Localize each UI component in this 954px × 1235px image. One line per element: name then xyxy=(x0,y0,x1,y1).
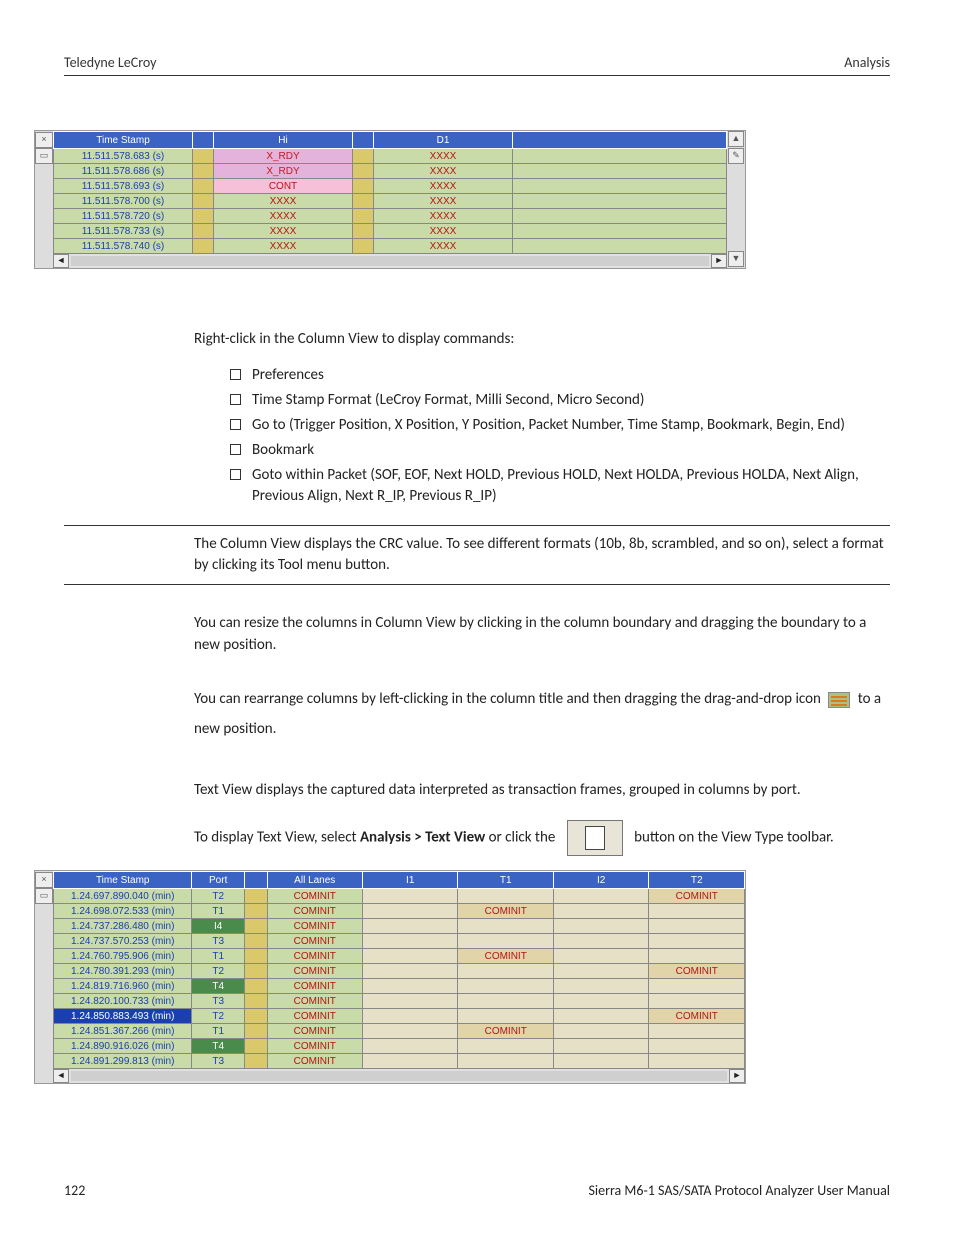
table-row[interactable]: 1.24.891.299.813 (min)T3COMINIT xyxy=(54,1054,745,1069)
table-row[interactable]: 11.511.578.693 (s)CONTXXXX xyxy=(54,179,727,194)
table-row[interactable]: 1.24.890.916.026 (min)T4COMINIT xyxy=(54,1039,745,1054)
textview-instruction: To display Text View, select Analysis > … xyxy=(194,820,894,856)
table-row[interactable]: 11.511.578.686 (s)X_RDYXXXX xyxy=(54,164,727,179)
pin-icon[interactable]: ▭ xyxy=(35,888,53,904)
scroll-left-icon[interactable]: ◄ xyxy=(53,254,69,268)
col-hi: Hi xyxy=(214,132,353,149)
text-view-table[interactable]: Time StampPortAll LanesI1T1I2T21.24.697.… xyxy=(53,871,745,1069)
command-item: Time Stamp Format (LeCroy Format, Milli … xyxy=(230,390,894,411)
scroll-right-icon[interactable]: ► xyxy=(729,1069,745,1083)
manual-title: Sierra M6-1 SAS/SATA Protocol Analyzer U… xyxy=(588,1182,890,1199)
table-row[interactable]: 1.24.737.570.253 (min)T3COMINIT xyxy=(54,934,745,949)
scroll-up-icon[interactable]: ▲ xyxy=(728,131,744,147)
table-row[interactable]: 1.24.819.716.960 (min)T4COMINIT xyxy=(54,979,745,994)
left-gutter-2: × ▭ xyxy=(35,871,53,1083)
table-row[interactable]: 11.511.578.700 (s)XXXXXXXX xyxy=(54,194,727,209)
column-view-table[interactable]: Time Stamp Hi D111.511.578.683 (s)X_RDYXXX… xyxy=(53,131,727,254)
scroll-thumb[interactable] xyxy=(71,256,709,266)
table-row[interactable]: 11.511.578.683 (s)X_RDYXXXX xyxy=(54,149,727,164)
table-row[interactable]: 1.24.851.367.266 (min)T1COMINITCOMINIT xyxy=(54,1024,745,1039)
right-gutter: ▲ ✎ ▼ xyxy=(727,131,745,268)
close-icon[interactable]: × xyxy=(35,872,53,888)
column-view-screenshot: × ▭ Time Stamp Hi D111.511.578.683 (s)X_RD… xyxy=(34,130,746,269)
table-row[interactable]: 1.24.780.391.293 (min)T2COMINITCOMINIT xyxy=(54,964,745,979)
pin-icon[interactable]: ▭ xyxy=(35,148,53,164)
header-rule xyxy=(64,75,890,76)
note-box: The Column View displays the CRC value. … xyxy=(64,525,890,585)
close-icon[interactable]: × xyxy=(35,132,53,148)
rearrange-para: You can rearrange columns by left-clicki… xyxy=(194,684,894,744)
resize-para: You can resize the columns in Column Vie… xyxy=(194,613,894,657)
left-gutter: × ▭ xyxy=(35,131,53,268)
col-d1: D1 xyxy=(374,132,513,149)
text-view-screenshot: × ▭ Time StampPortAll LanesI1T1I2T21.24.… xyxy=(34,870,746,1084)
scroll-thumb[interactable] xyxy=(71,1071,727,1081)
table-row[interactable]: 1.24.760.795.906 (min)T1COMINITCOMINIT xyxy=(54,949,745,964)
table-row[interactable]: 1.24.697.890.040 (min)T2COMINITCOMINIT xyxy=(54,889,745,904)
drag-handle-icon xyxy=(828,692,850,708)
table-row[interactable]: 1.24.820.100.733 (min)T3COMINIT xyxy=(54,994,745,1009)
header-left: Teledyne LeCroy xyxy=(64,54,157,71)
h-scrollbar[interactable]: ◄ ► xyxy=(53,254,727,268)
textview-intro: Text View displays the captured data int… xyxy=(194,780,894,802)
table-row[interactable]: 11.511.578.740 (s)XXXXXXXX xyxy=(54,239,727,254)
table-row[interactable]: 11.511.578.720 (s)XXXXXXXX xyxy=(54,209,727,224)
command-item: Go to (Trigger Position, X Position, Y P… xyxy=(230,415,894,436)
command-item: Goto within Packet (SOF, EOF, Next HOLD,… xyxy=(230,465,894,507)
table-row[interactable]: 1.24.850.883.493 (min)T2COMINITCOMINIT xyxy=(54,1009,745,1024)
scroll-down-icon[interactable]: ▼ xyxy=(728,251,744,267)
text-view-button-icon[interactable] xyxy=(567,820,623,856)
command-list: Preferences Time Stamp Format (LeCroy For… xyxy=(230,365,894,507)
h-scrollbar-2[interactable]: ◄ ► xyxy=(53,1069,745,1083)
table-row[interactable]: 1.24.698.072.533 (min)T1COMINITCOMINIT xyxy=(54,904,745,919)
command-item: Preferences xyxy=(230,365,894,386)
header-right: Analysis xyxy=(844,54,890,71)
col-timestamp: Time Stamp xyxy=(54,132,193,149)
table-row[interactable]: 1.24.737.286.480 (min)I4COMINIT xyxy=(54,919,745,934)
scroll-left-icon[interactable]: ◄ xyxy=(53,1069,69,1083)
tool-icon[interactable]: ✎ xyxy=(728,148,744,164)
command-item: Bookmark xyxy=(230,440,894,461)
table-row[interactable]: 11.511.578.733 (s)XXXXXXXX xyxy=(54,224,727,239)
scroll-right-icon[interactable]: ► xyxy=(711,254,727,268)
page-number: 122 xyxy=(64,1182,85,1199)
intro-para: Right-click in the Column View to displa… xyxy=(194,329,894,351)
